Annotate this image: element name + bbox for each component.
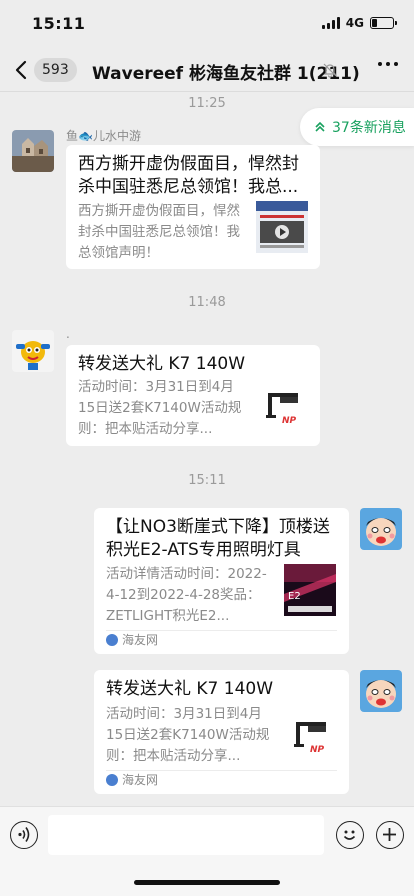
card-title: 【让NO3断崖式下降】顶楼送积光E2-ATS专用照明灯具: [106, 517, 330, 560]
thumb-caption: NP: [310, 745, 325, 755]
plus-icon: [383, 828, 396, 841]
dot-icon: [378, 62, 382, 66]
link-card[interactable]: 转发送大礼 K7 140W 活动时间：3月31日到4月15日送2套K7140W活…: [94, 670, 349, 794]
home-indicator: [134, 880, 280, 885]
source-icon: [106, 633, 118, 646]
avatar[interactable]: [12, 130, 54, 172]
more-functions-button[interactable]: [376, 821, 404, 849]
card-title: 转发送大礼 K7 140W: [78, 354, 246, 374]
status-bar: 15:11 4G: [0, 0, 414, 48]
double-chevron-up-icon: [315, 121, 325, 132]
source-label: 海友网: [122, 773, 159, 787]
self-avatar[interactable]: [360, 508, 402, 550]
emoji-button[interactable]: [336, 821, 364, 849]
network-label: 4G: [345, 16, 364, 30]
dot-icon: [394, 62, 398, 66]
chat-header: 593 Wavereef 彬海鱼友社群 1(211): [0, 48, 414, 92]
sender-name: 鱼🐟儿水中游: [66, 129, 141, 143]
voice-icon: [18, 827, 30, 842]
unread-count-badge[interactable]: 593: [34, 58, 77, 82]
signal-icon: [321, 17, 340, 29]
timestamp: 11:25: [188, 96, 226, 111]
timestamp: 15:11: [188, 473, 226, 488]
source-label: 海友网: [122, 633, 159, 647]
cartoon-robot-avatar-icon: [12, 330, 54, 372]
card-description: 活动时间：3月31日到4月15日送2套K7140W活动规则：把本贴活动分享...: [106, 706, 270, 764]
zetlight-promo-thumbnail: E2: [284, 564, 336, 616]
card-description: 活动详情活动时间：2022-4-12到2022-4-28奖品：ZETLIGHT积…: [106, 566, 267, 624]
new-messages-button[interactable]: 37条新消息: [300, 108, 414, 146]
avatar[interactable]: [12, 330, 54, 372]
source-icon: [106, 773, 118, 786]
battery-fill: [372, 19, 377, 27]
building-avatar-icon: [12, 130, 54, 172]
mute-bell-icon: [323, 63, 337, 78]
self-avatar[interactable]: [360, 670, 402, 712]
sender-name: .: [66, 327, 70, 341]
thumb-caption: NP: [282, 416, 297, 426]
back-arrow-icon[interactable]: [12, 58, 32, 82]
cartoon-boy-avatar-icon: [360, 508, 402, 550]
dot-icon: [386, 62, 390, 66]
smiley-icon: [343, 830, 356, 840]
video-thumbnail: [256, 201, 308, 253]
status-time: 15:11: [32, 14, 86, 33]
card-source: 海友网: [106, 631, 158, 648]
message-input[interactable]: [48, 815, 324, 855]
link-card[interactable]: 西方撕开虚伪假面目，悍然封杀中国驻悉尼总领馆！我总... 西方撕开虚伪假面目，悍…: [66, 145, 320, 269]
card-source: 海友网: [106, 771, 158, 788]
more-options-button[interactable]: [378, 62, 398, 66]
battery-icon: [370, 17, 397, 29]
chat-title: Wavereef 彬海鱼友社群 1(211): [92, 64, 360, 84]
card-description: 西方撕开虚伪假面目，悍然封杀中国驻悉尼总领馆！我总领馆声明！: [78, 203, 240, 261]
thumb-caption: E2: [288, 591, 301, 602]
timestamp: 11:48: [188, 295, 226, 310]
link-card[interactable]: 转发送大礼 K7 140W 活动时间：3月31日到4月15日送2套K7140W活…: [66, 345, 320, 446]
card-title: 西方撕开虚伪假面目，悍然封杀中国驻悉尼总领馆！我总...: [78, 154, 299, 197]
status-indicators: 4G: [321, 16, 397, 30]
voice-input-button[interactable]: [10, 821, 38, 849]
aquarium-light-thumbnail: NP: [258, 379, 310, 431]
card-title: 转发送大礼 K7 140W: [106, 679, 274, 699]
cartoon-boy-avatar-icon: [360, 670, 402, 712]
new-messages-label: 37条新消息: [332, 120, 406, 136]
link-card[interactable]: 【让NO3断崖式下降】顶楼送积光E2-ATS专用照明灯具 活动详情活动时间：20…: [94, 508, 349, 654]
card-description: 活动时间：3月31日到4月15日送2套K7140W活动规则：把本贴活动分享...: [78, 379, 242, 437]
aquarium-light-thumbnail: NP: [286, 708, 338, 760]
